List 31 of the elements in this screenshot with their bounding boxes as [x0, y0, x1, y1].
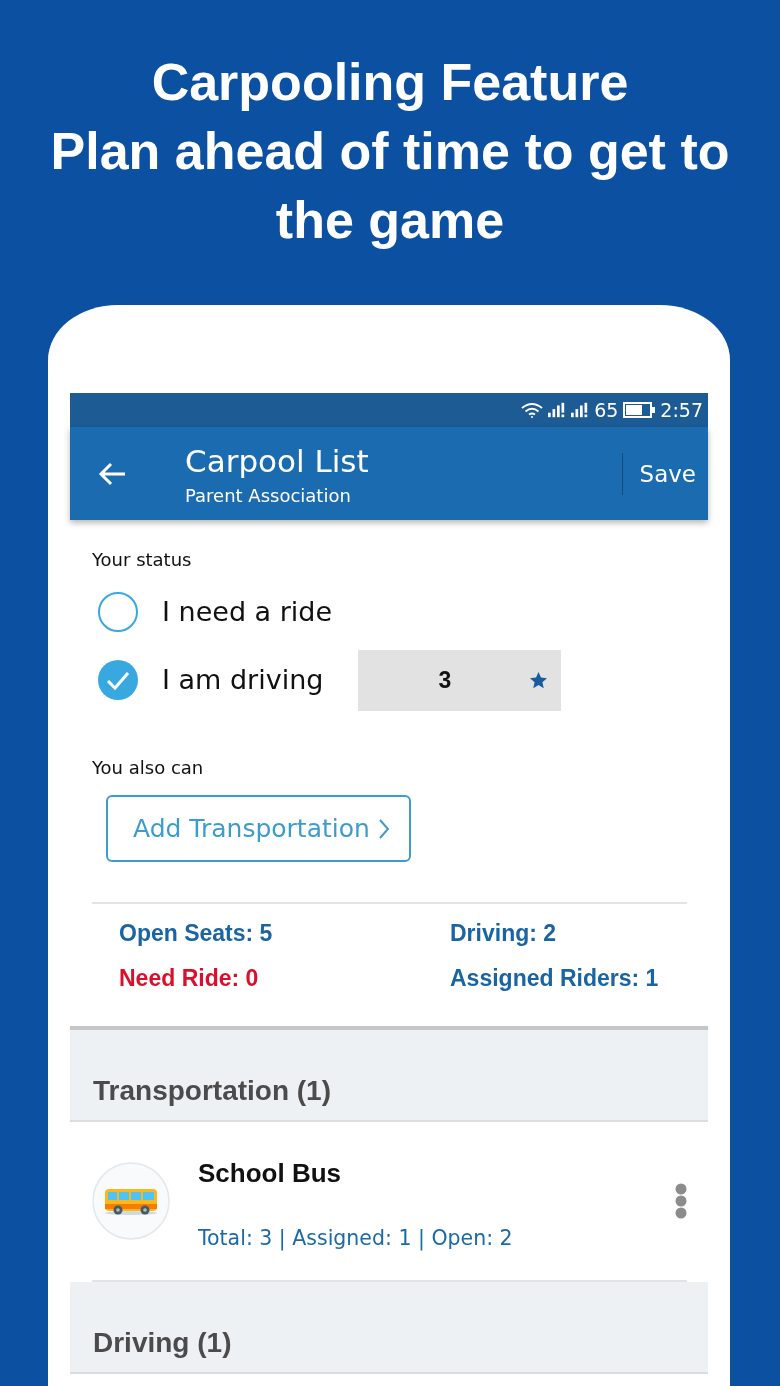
option-label[interactable]: I need a ride [162, 595, 333, 629]
screen-title: Carpool List [185, 443, 370, 479]
battery-percent: 65 [594, 399, 619, 421]
wifi-icon [521, 402, 544, 418]
chevron-right-icon [377, 817, 390, 840]
item-title: School Bus [198, 1158, 342, 1188]
section-label: Your status [92, 548, 192, 572]
summary-stat: Assigned Riders: 1 [450, 964, 660, 993]
summary-stat: Open Seats: 5 [119, 919, 274, 948]
section-header: Driving (1) [70, 1282, 708, 1374]
item-details: Total: 3 | Assigned: 1 | Open: 2 [198, 1225, 513, 1253]
section-label: You also can [92, 756, 204, 780]
summary-stat: Driving: 2 [450, 919, 558, 948]
radio-button[interactable] [98, 592, 138, 632]
signal-icon [548, 402, 567, 418]
option-label[interactable]: I am driving [162, 663, 324, 697]
radio-button[interactable] [98, 660, 138, 700]
signal-icon [571, 402, 590, 418]
section-header: Transportation (1) [70, 1030, 708, 1122]
summary-stat: Need Ride: 0 [119, 964, 260, 993]
bus-icon [92, 1162, 170, 1240]
headline-title: Carpooling Feature [150, 52, 630, 113]
clock-time: 2:57 [660, 399, 703, 421]
back-arrow-icon [98, 461, 126, 486]
more-options-icon[interactable] [675, 1183, 687, 1219]
star-icon [530, 671, 548, 689]
headline-subtitle: Plan ahead of time to get to the game [49, 121, 731, 251]
battery-icon [623, 402, 656, 418]
seat-count-dropdown[interactable]: 3 [358, 649, 562, 711]
save-button[interactable]: Save [622, 458, 708, 489]
screen-subtitle: Parent Association [185, 485, 352, 507]
